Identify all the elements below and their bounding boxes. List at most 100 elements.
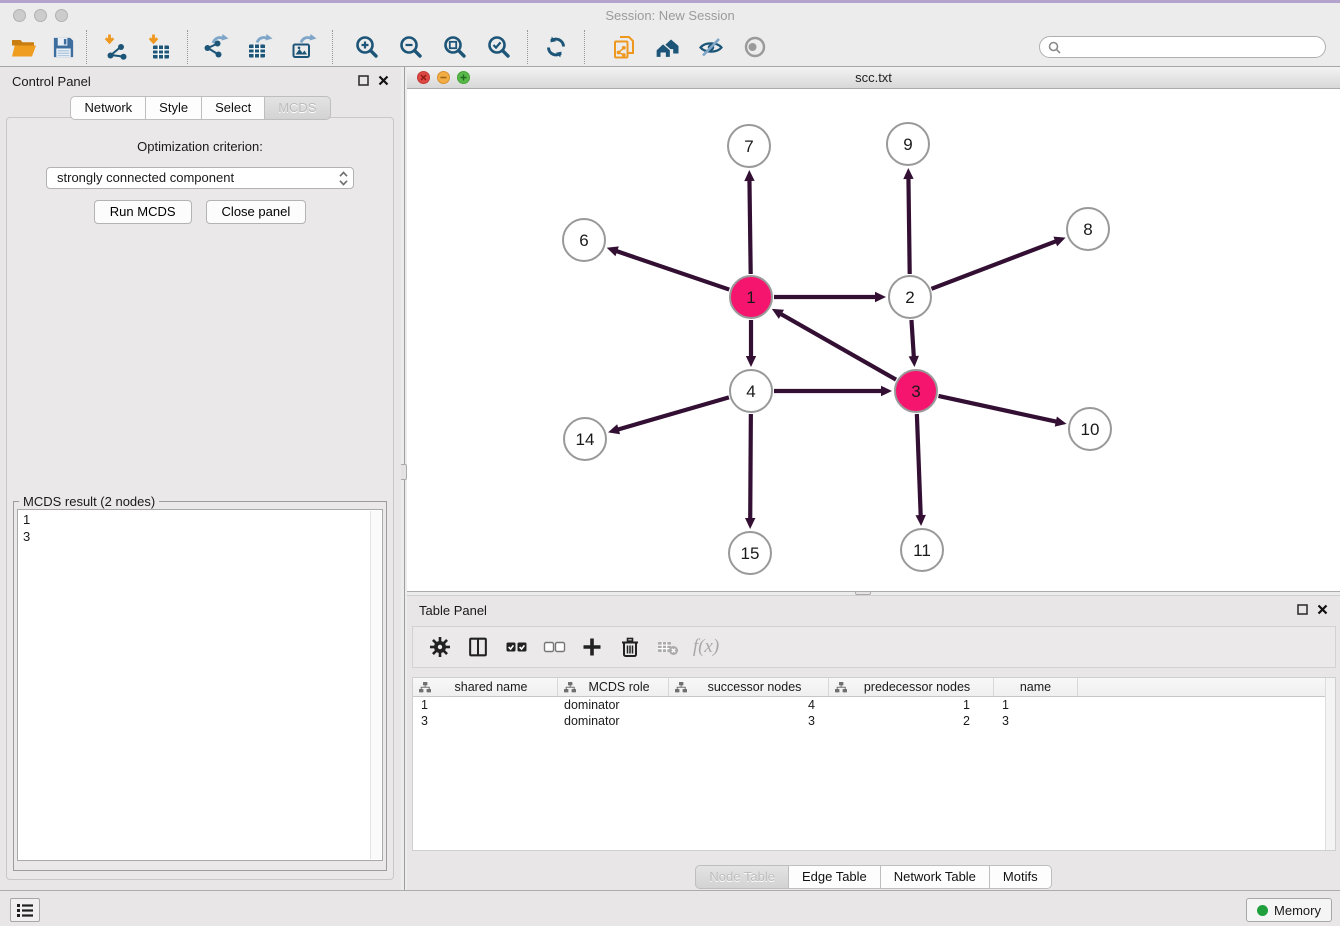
- network-maximize-button[interactable]: [457, 71, 470, 84]
- network-minimize-button[interactable]: [437, 71, 450, 84]
- graph-node-8[interactable]: 8: [1067, 208, 1109, 250]
- open-session-button[interactable]: [6, 30, 40, 64]
- graph-node-4[interactable]: 4: [730, 370, 772, 412]
- duplicate-network-button[interactable]: [601, 30, 645, 64]
- zoom-out-button[interactable]: [389, 30, 433, 64]
- graph-edge-2-3[interactable]: [909, 320, 919, 367]
- float-panel-icon[interactable]: [1297, 604, 1308, 615]
- tab-mcds[interactable]: MCDS: [265, 96, 330, 120]
- graph-node-10[interactable]: 10: [1069, 408, 1111, 450]
- graph-edge-3-11[interactable]: [915, 414, 925, 526]
- graph-edge-1-6[interactable]: [607, 246, 730, 289]
- table-row[interactable]: 1dominator411: [413, 697, 1335, 713]
- table-row[interactable]: 3dominator323: [413, 713, 1335, 729]
- table-cell[interactable]: dominator: [558, 713, 669, 729]
- graph-edge-3-1[interactable]: [772, 309, 896, 380]
- close-panel-icon[interactable]: [1317, 604, 1328, 615]
- close-panel-button[interactable]: Close panel: [206, 200, 307, 224]
- network-close-button[interactable]: [417, 71, 430, 84]
- mcds-result-box[interactable]: 1 3: [17, 509, 383, 861]
- memory-button[interactable]: Memory: [1246, 898, 1332, 922]
- table-cell[interactable]: 3: [413, 713, 558, 729]
- graph-node-15[interactable]: 15: [729, 532, 771, 574]
- table-panel-tabs: Node TableEdge TableNetwork TableMotifs: [407, 865, 1340, 889]
- tab-network[interactable]: Network: [70, 96, 146, 120]
- graph-node-11[interactable]: 11: [901, 529, 943, 571]
- column-header-successor-nodes[interactable]: successor nodes: [669, 678, 829, 696]
- select-all-columns-button[interactable]: [499, 632, 533, 662]
- export-image-button[interactable]: [282, 30, 326, 64]
- minimize-window-button[interactable]: [34, 9, 47, 22]
- table-cell[interactable]: dominator: [558, 697, 669, 713]
- graph-edge-1-7[interactable]: [744, 170, 754, 274]
- search-input[interactable]: [1061, 40, 1325, 55]
- graph-node-1[interactable]: 1: [730, 276, 772, 318]
- table-cell[interactable]: 2: [829, 713, 994, 729]
- table-cell[interactable]: 1: [829, 697, 994, 713]
- table-scrollbar[interactable]: [1325, 678, 1335, 850]
- table-cell[interactable]: 4: [669, 697, 829, 713]
- import-table-button[interactable]: [137, 30, 181, 64]
- graph-edge-2-8[interactable]: [931, 237, 1065, 289]
- network-canvas[interactable]: 7 9 6 8 1 2 4 3 14 10 15 11: [407, 89, 1340, 591]
- graph-node-3[interactable]: 3: [895, 370, 937, 412]
- table-cell[interactable]: 1: [994, 697, 1078, 713]
- close-panel-icon[interactable]: [378, 75, 389, 86]
- first-neighbors-button[interactable]: [645, 30, 689, 64]
- graph-edge-1-4[interactable]: [746, 320, 756, 367]
- float-panel-icon[interactable]: [358, 75, 369, 86]
- node-label: 15: [741, 544, 760, 563]
- refresh-layout-button[interactable]: [534, 30, 578, 64]
- criterion-dropdown[interactable]: strongly connected component: [46, 167, 354, 189]
- tab-motifs[interactable]: Motifs: [990, 865, 1052, 889]
- show-all-button[interactable]: [733, 30, 777, 64]
- tab-style[interactable]: Style: [146, 96, 202, 120]
- column-header-shared-name[interactable]: shared name: [413, 678, 558, 696]
- graph-node-9[interactable]: 9: [887, 123, 929, 165]
- graph-edge-4-3[interactable]: [774, 386, 892, 396]
- zoom-fit-button[interactable]: [433, 30, 477, 64]
- tab-select[interactable]: Select: [202, 96, 265, 120]
- column-header-name[interactable]: name: [994, 678, 1078, 696]
- table-panel-title: Table Panel: [419, 603, 487, 618]
- graph-edge-2-9[interactable]: [903, 168, 913, 274]
- result-scrollbar[interactable]: [370, 511, 381, 859]
- graph-edge-4-14[interactable]: [608, 397, 729, 434]
- split-panel-button[interactable]: [461, 632, 495, 662]
- mcds-result-text: 1 3: [23, 511, 382, 545]
- table-cell[interactable]: 1: [413, 697, 558, 713]
- zoom-in-button[interactable]: [345, 30, 389, 64]
- zoom-selected-button[interactable]: [477, 30, 521, 64]
- graph-node-2[interactable]: 2: [889, 276, 931, 318]
- save-session-button[interactable]: [46, 30, 80, 64]
- add-column-button[interactable]: [575, 632, 609, 662]
- tab-network-table[interactable]: Network Table: [881, 865, 990, 889]
- zoom-window-button[interactable]: [55, 9, 68, 22]
- deselect-all-columns-button[interactable]: [537, 632, 571, 662]
- export-table-button[interactable]: [238, 30, 282, 64]
- graph-edge-3-10[interactable]: [938, 396, 1066, 427]
- graph-node-14[interactable]: 14: [564, 418, 606, 460]
- delete-table-button[interactable]: [651, 632, 685, 662]
- table-cell[interactable]: 3: [669, 713, 829, 729]
- import-network-button[interactable]: [93, 30, 137, 64]
- hide-selected-button[interactable]: [689, 30, 733, 64]
- tab-node-table[interactable]: Node Table: [695, 865, 789, 889]
- graph-node-6[interactable]: 6: [563, 219, 605, 261]
- trash-icon: [617, 634, 643, 660]
- run-mcds-button[interactable]: Run MCDS: [94, 200, 192, 224]
- graph-edge-1-2[interactable]: [774, 292, 886, 302]
- graph-edge-4-15[interactable]: [745, 414, 755, 529]
- close-window-button[interactable]: [13, 9, 26, 22]
- column-settings-button[interactable]: [423, 632, 457, 662]
- tab-edge-table[interactable]: Edge Table: [789, 865, 881, 889]
- table-cell[interactable]: 3: [994, 713, 1078, 729]
- node-label: 6: [579, 231, 588, 250]
- column-header-predecessor-nodes[interactable]: predecessor nodes: [829, 678, 994, 696]
- delete-column-button[interactable]: [613, 632, 647, 662]
- automation-panel-button[interactable]: [10, 898, 40, 922]
- column-header-mcds-role[interactable]: MCDS role: [558, 678, 669, 696]
- export-network-button[interactable]: [194, 30, 238, 64]
- graph-node-7[interactable]: 7: [728, 125, 770, 167]
- function-builder-button[interactable]: f(x): [689, 632, 723, 662]
